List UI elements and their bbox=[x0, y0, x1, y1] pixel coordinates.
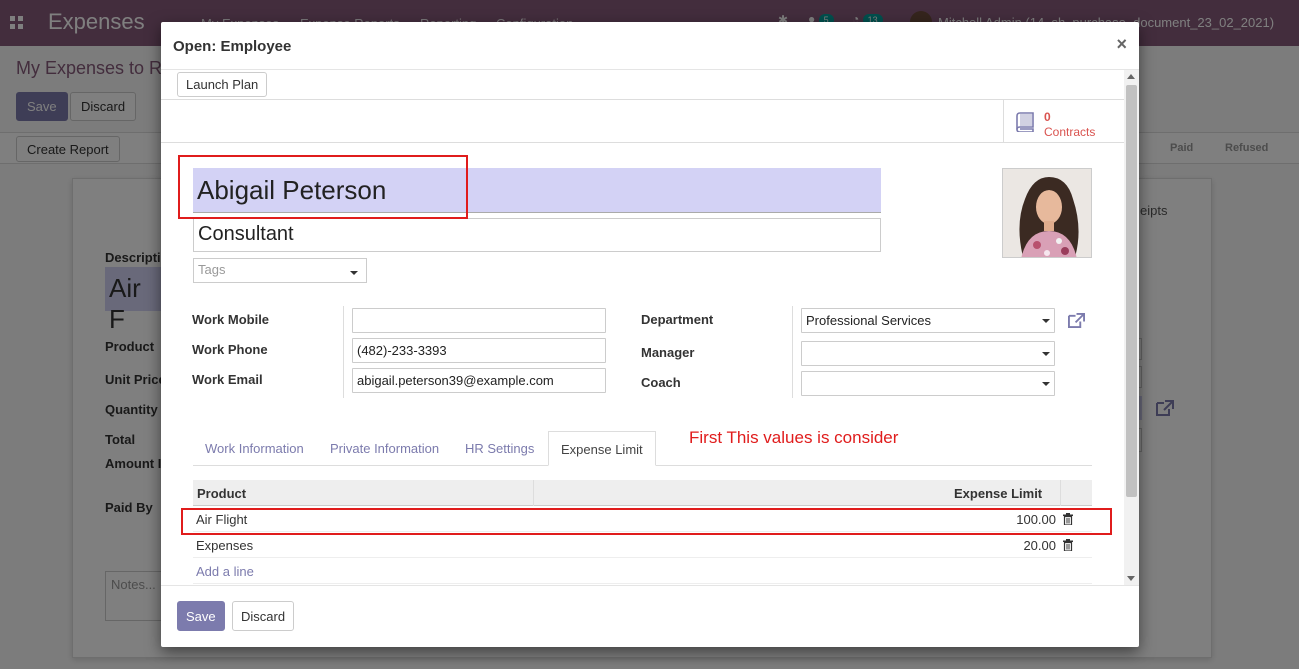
modal-header: Open: Employee × bbox=[161, 22, 1139, 70]
chevron-down-icon bbox=[1042, 319, 1050, 323]
save-button[interactable]: Save bbox=[177, 601, 225, 631]
work-phone-label: Work Phone bbox=[192, 342, 268, 357]
coach-select[interactable] bbox=[801, 371, 1055, 396]
job-title-input[interactable]: Consultant bbox=[193, 218, 881, 252]
table-row[interactable]: Expenses 20.00 bbox=[193, 532, 1092, 558]
external-link-icon[interactable] bbox=[1067, 312, 1086, 329]
scroll-thumb[interactable] bbox=[1126, 85, 1137, 497]
department-value: Professional Services bbox=[806, 313, 931, 328]
column-header-product[interactable]: Product bbox=[197, 486, 246, 501]
tags-input[interactable]: Tags bbox=[193, 258, 367, 283]
department-select[interactable]: Professional Services bbox=[801, 308, 1055, 333]
department-label: Department bbox=[641, 312, 714, 327]
button-box-divider bbox=[161, 142, 1124, 143]
discard-button[interactable]: Discard bbox=[232, 601, 295, 631]
modal-footer: Save Discard bbox=[161, 585, 1139, 647]
scroll-down-arrow-icon[interactable] bbox=[1127, 576, 1135, 581]
tab-expense-limit[interactable]: Expense Limit bbox=[548, 431, 656, 466]
employee-photo[interactable] bbox=[1002, 168, 1092, 258]
work-phone-input[interactable]: (482)-233-3393 bbox=[352, 338, 606, 363]
modal-body: Launch Plan 0 Contracts Abigail Peterson… bbox=[161, 70, 1139, 585]
manager-select[interactable] bbox=[801, 341, 1055, 366]
tags-placeholder: Tags bbox=[198, 262, 226, 277]
tab-private-information[interactable]: Private Information bbox=[318, 431, 451, 466]
statusbar-divider bbox=[161, 99, 1124, 100]
chevron-down-icon bbox=[350, 271, 358, 275]
employee-avatar-image bbox=[1003, 169, 1091, 257]
chevron-down-icon bbox=[1042, 352, 1050, 356]
column-header-expense-limit[interactable]: Expense Limit bbox=[954, 486, 1042, 501]
table-header: Product Expense Limit bbox=[193, 480, 1092, 506]
work-email-label: Work Email bbox=[192, 372, 263, 387]
coach-label: Coach bbox=[641, 375, 681, 390]
row-limit: 100.00 bbox=[1016, 512, 1056, 527]
notebook-tabs: Work Information Private Information HR … bbox=[193, 431, 1092, 466]
row-product: Air Flight bbox=[196, 512, 248, 527]
contracts-smart-button[interactable]: 0 Contracts bbox=[1003, 100, 1123, 142]
close-icon[interactable]: × bbox=[1116, 34, 1127, 55]
trash-icon[interactable] bbox=[1063, 539, 1073, 551]
employee-name-input[interactable]: Abigail Peterson bbox=[193, 168, 881, 213]
work-email-input[interactable]: abigail.peterson39@example.com bbox=[352, 368, 606, 393]
table-row[interactable]: Air Flight 100.00 bbox=[193, 506, 1092, 532]
row-limit: 20.00 bbox=[1023, 538, 1056, 553]
manager-label: Manager bbox=[641, 345, 695, 360]
row-product: Expenses bbox=[196, 538, 254, 553]
field-separator bbox=[343, 306, 344, 398]
annotation-note: First This values is consider bbox=[689, 428, 899, 447]
modal-title: Open: Employee bbox=[173, 38, 292, 55]
trash-icon[interactable] bbox=[1063, 513, 1073, 525]
chevron-down-icon bbox=[1042, 382, 1050, 386]
add-line-row: Add a line bbox=[193, 558, 1092, 584]
add-line-link[interactable]: Add a line bbox=[196, 564, 254, 579]
contracts-label: Contracts bbox=[1044, 125, 1096, 139]
employee-dialog: Open: Employee × Launch Plan 0 Contracts… bbox=[161, 22, 1139, 647]
modal-scrollbar[interactable] bbox=[1124, 70, 1139, 585]
work-mobile-input[interactable] bbox=[352, 308, 606, 333]
book-icon bbox=[1016, 112, 1034, 132]
field-separator bbox=[792, 306, 793, 398]
launch-plan-button[interactable]: Launch Plan bbox=[177, 72, 268, 97]
work-mobile-label: Work Mobile bbox=[192, 312, 270, 327]
column-separator bbox=[533, 480, 534, 506]
tab-work-information[interactable]: Work Information bbox=[193, 431, 316, 466]
column-separator bbox=[1060, 480, 1061, 506]
contracts-count: 0 bbox=[1044, 110, 1051, 124]
tab-hr-settings[interactable]: HR Settings bbox=[453, 431, 546, 466]
scroll-up-arrow-icon[interactable] bbox=[1127, 74, 1135, 79]
